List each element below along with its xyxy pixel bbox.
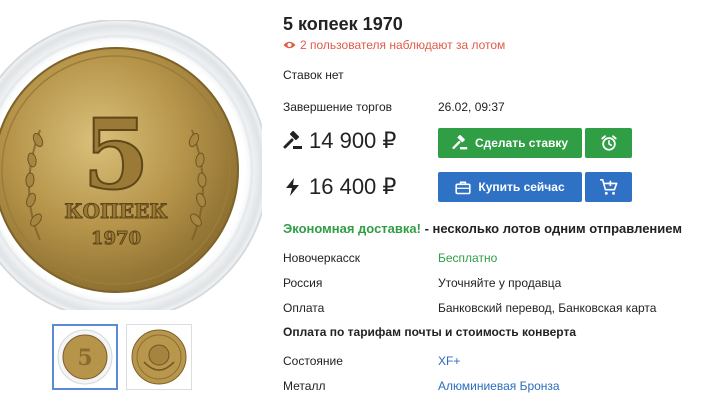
thumbnail-obverse[interactable]: [126, 324, 192, 390]
svg-text:1970: 1970: [91, 228, 141, 249]
buy-now-price: 16 400 ₽: [283, 174, 396, 200]
detail-value: Банковский перевод, Банковская карта: [438, 301, 657, 315]
attribute-value-link[interactable]: XF+: [438, 354, 460, 368]
alarm-clock-icon: [600, 135, 617, 151]
briefcase-icon: [455, 181, 471, 194]
economy-delivery-link[interactable]: Экономная доставка!: [283, 221, 421, 236]
svg-text:5: 5: [77, 345, 92, 371]
detail-row: Оплата Банковский перевод, Банковская ка…: [283, 301, 656, 315]
attribute-row: Состояние XF+: [283, 354, 460, 368]
gavel-icon: [452, 135, 468, 150]
current-bid-price: 14 900 ₽: [283, 128, 396, 154]
svg-text:КОПЕЕК: КОПЕЕК: [64, 199, 167, 223]
buy-now-button[interactable]: Купить сейчас: [438, 172, 582, 202]
bid-price-value: 14 900 ₽: [309, 128, 397, 153]
detail-label: Россия: [283, 276, 323, 290]
place-bid-button[interactable]: Сделать ставку: [438, 128, 582, 158]
detail-label: Оплата: [283, 301, 325, 315]
attribute-label: Металл: [283, 379, 326, 393]
place-bid-label: Сделать ставку: [474, 136, 569, 150]
coin-image: 5 КОПЕЕК 1970: [0, 20, 262, 310]
attribute-value-link[interactable]: Алюминиевая Бронза: [438, 379, 560, 393]
detail-row: Россия Уточняйте у продавца: [283, 276, 561, 290]
shipping-note: Оплата по тарифам почты и стоимость конв…: [283, 325, 577, 339]
detail-label: Новочеркасск: [283, 251, 361, 265]
eye-icon: [283, 41, 296, 49]
add-to-cart-button[interactable]: [585, 172, 632, 202]
gavel-icon: [283, 131, 302, 149]
economy-delivery-banner: Экономная доставка! - несколько лотов од…: [283, 221, 682, 236]
bids-status: Ставок нет: [283, 68, 344, 82]
end-time-value: 26.02, 09:37: [438, 100, 505, 114]
buy-now-label: Купить сейчас: [478, 180, 565, 194]
lightning-icon: [286, 178, 299, 196]
detail-row: Новочеркасск Бесплатно: [283, 251, 497, 265]
reminder-button[interactable]: [585, 128, 632, 158]
cart-plus-icon: [599, 178, 617, 195]
detail-value: Уточняйте у продавца: [438, 276, 562, 290]
photo-gallery: 5 КОПЕЕК 1970 5: [0, 0, 268, 401]
watchers-text: 2 пользователя наблюдают за лотом: [300, 38, 506, 52]
detail-value: Бесплатно: [438, 251, 498, 265]
attribute-row: Металл Алюминиевая Бронза: [283, 379, 560, 393]
thumbnail-reverse[interactable]: 5: [52, 324, 118, 390]
lot-title: 5 копеек 1970: [283, 14, 403, 34]
economy-delivery-text: - несколько лотов одним отправлением: [420, 221, 682, 236]
end-time-label: Завершение торгов: [283, 100, 393, 114]
thumbnail-strip: 5: [52, 324, 192, 390]
watchers-info[interactable]: 2 пользователя наблюдают за лотом: [283, 38, 505, 52]
attribute-label: Состояние: [283, 354, 343, 368]
buy-price-value: 16 400 ₽: [309, 174, 397, 199]
main-coin-photo[interactable]: 5 КОПЕЕК 1970: [0, 20, 262, 310]
svg-text:5: 5: [83, 98, 150, 211]
